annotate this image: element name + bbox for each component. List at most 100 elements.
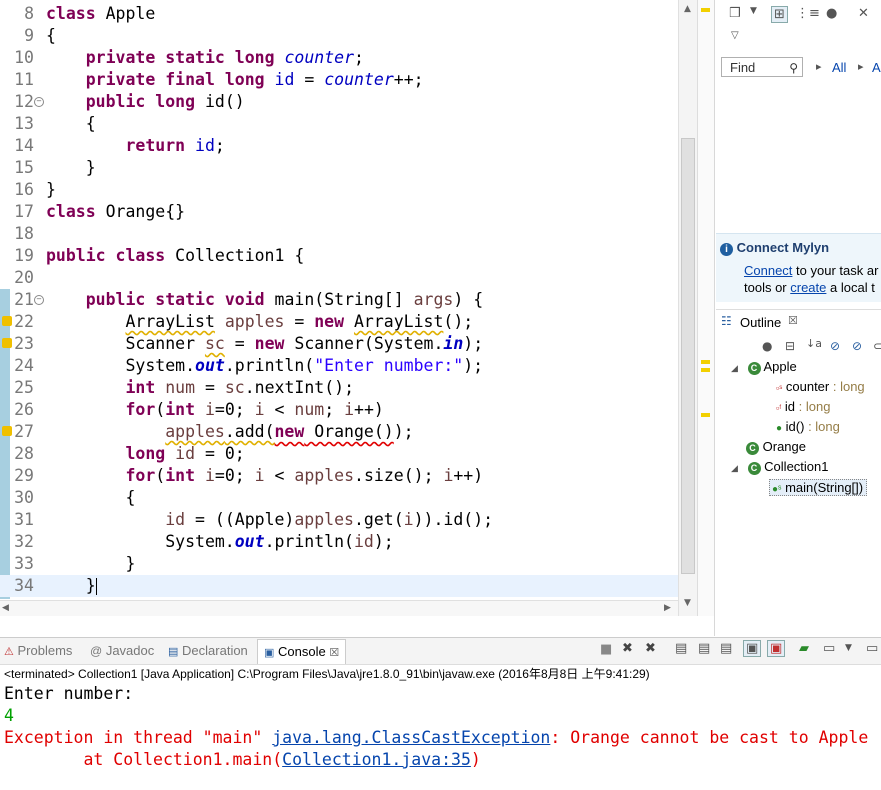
code-line[interactable]: 34 } <box>0 575 697 597</box>
code-line[interactable]: 14 return id; <box>0 135 697 157</box>
code-text[interactable]: for(int i=0; i < num; i++) <box>46 399 383 421</box>
code-text[interactable]: } <box>46 553 135 575</box>
outline-item-main[interactable]: ●ˢ main(String[]) <box>769 479 868 496</box>
code-line[interactable]: 19 public class Collection1 { <box>0 245 697 267</box>
expand-arrow-icon[interactable]: ◢ <box>731 463 738 473</box>
word-wrap-icon[interactable]: ▤ <box>720 641 732 656</box>
scheduled-view-icon[interactable]: ⋮≡ <box>796 6 820 21</box>
code-editor[interactable]: 8 class Apple 9{10 private static long cou… <box>0 0 697 616</box>
hide-static-icon[interactable]: ⊘ <box>852 339 862 353</box>
code-text[interactable]: public class Collection1 { <box>46 245 304 267</box>
filter-a-link[interactable]: A <box>872 60 881 75</box>
display-console-icon[interactable]: ▭ <box>823 641 835 656</box>
show-stderr-icon[interactable]: ▣ <box>767 640 786 657</box>
tab-problems[interactable]: ⚠ Problems <box>4 641 72 661</box>
code-line[interactable]: 28 long id = 0; <box>0 443 697 465</box>
code-text[interactable]: long id = 0; <box>46 443 244 465</box>
overview-warning-mark[interactable] <box>701 368 710 372</box>
code-text[interactable]: return id; <box>46 135 224 157</box>
view-menu-icon[interactable]: ▽ <box>731 30 739 41</box>
code-text[interactable]: public static void main(String[] args) { <box>46 289 483 311</box>
connect-link[interactable]: Connect <box>744 263 792 278</box>
tab-javadoc[interactable]: @ Javadoc <box>90 641 154 661</box>
code-text[interactable]: } <box>46 179 56 201</box>
overview-warning-mark[interactable] <box>701 360 710 364</box>
fold-toggle-icon[interactable]: − <box>34 97 44 107</box>
search-icon[interactable]: ⚲ <box>789 58 798 78</box>
filter-all-link[interactable]: All <box>832 60 846 75</box>
scroll-thumb[interactable] <box>681 138 695 574</box>
remove-all-icon[interactable]: ✖ <box>645 641 656 656</box>
code-line[interactable]: 8 class Apple <box>0 3 697 25</box>
hide-completed-icon[interactable]: ✕ <box>858 6 869 21</box>
code-line[interactable]: 25 int num = sc.nextInt(); <box>0 377 697 399</box>
code-line[interactable]: 29 for(int i=0; i < apples.size(); i++) <box>0 465 697 487</box>
code-line[interactable]: 32 System.out.println(id); <box>0 531 697 553</box>
code-text[interactable]: id = ((Apple)apples.get(i)).id(); <box>46 509 493 531</box>
code-text[interactable]: { <box>46 487 135 509</box>
scroll-down-icon[interactable]: ▼ <box>684 598 691 608</box>
code-line[interactable]: 10 private static long counter; <box>0 47 697 69</box>
clear-console-icon[interactable]: ▤ <box>675 641 687 656</box>
code-text[interactable]: class Orange{} <box>46 201 185 223</box>
collapse-all-icon[interactable]: ⊟ <box>785 339 795 353</box>
scroll-left-icon[interactable]: ◀ <box>2 603 9 613</box>
horizontal-scrollbar[interactable]: ◀ ▶ <box>0 600 678 616</box>
code-line[interactable]: 30 { <box>0 487 697 509</box>
dropdown-arrow-icon[interactable]: ▼ <box>750 6 757 16</box>
outline-item-apple[interactable]: ◢ C Apple <box>731 359 797 375</box>
dropdown-arrow-icon[interactable]: ▼ <box>845 643 852 653</box>
code-text[interactable]: } <box>46 157 96 179</box>
outline-item-orange[interactable]: C Orange <box>746 439 806 455</box>
code-text[interactable]: public long id() <box>46 91 245 113</box>
overview-ruler[interactable] <box>697 0 714 616</box>
hide-fields-icon[interactable]: ● <box>762 339 772 353</box>
code-line[interactable]: 9{ <box>0 25 697 47</box>
code-text[interactable]: ArrayList apples = new ArrayList(); <box>46 311 473 333</box>
show-stdout-icon[interactable]: ▣ <box>743 640 762 657</box>
code-text[interactable]: class Apple <box>46 3 155 25</box>
close-icon[interactable]: ☒ <box>788 314 798 327</box>
tab-console[interactable]: ▣ Console ☒ <box>257 639 347 664</box>
code-line[interactable]: 11 private final long id = counter++; <box>0 69 697 91</box>
stack-source-link[interactable]: Collection1.java:35 <box>282 750 471 769</box>
code-line[interactable]: 31 id = ((Apple)apples.get(i)).id(); <box>0 509 697 531</box>
categorized-view-icon[interactable]: ⊞ <box>771 6 788 23</box>
code-text[interactable]: private final long id = counter++; <box>46 69 424 91</box>
pin-console-icon[interactable]: ▰ <box>799 641 809 656</box>
overview-warning-mark[interactable] <box>701 8 710 12</box>
tab-declaration[interactable]: ▤ Declaration <box>168 641 248 661</box>
focus-icon[interactable]: ● <box>826 6 837 21</box>
code-text[interactable]: int num = sc.nextInt(); <box>46 377 354 399</box>
code-text[interactable]: Scanner sc = new Scanner(System.in); <box>46 333 483 355</box>
close-icon[interactable]: ☒ <box>329 647 339 659</box>
code-line[interactable]: 13 { <box>0 113 697 135</box>
sort-icon[interactable]: ↓a <box>806 337 822 350</box>
code-text[interactable]: private static long counter; <box>46 47 364 69</box>
code-line[interactable]: 16} <box>0 179 697 201</box>
new-task-icon[interactable]: ❒ <box>729 6 741 21</box>
hide-non-public-icon[interactable]: ⊘ <box>830 339 840 353</box>
code-text[interactable]: System.out.println(id); <box>46 531 394 553</box>
tab-outline[interactable]: Outline <box>740 315 781 330</box>
code-line[interactable]: 27 apples.add(new Orange()); <box>0 421 697 443</box>
code-line[interactable]: 33 } <box>0 553 697 575</box>
scroll-right-icon[interactable]: ▶ <box>664 603 671 613</box>
scroll-up-icon[interactable]: ▲ <box>684 4 691 14</box>
find-input[interactable]: Find ⚲ <box>721 57 803 77</box>
code-line[interactable]: 22 ArrayList apples = new ArrayList(); <box>0 311 697 333</box>
remove-launch-icon[interactable]: ✖ <box>622 641 633 656</box>
open-console-icon[interactable]: ▭ <box>866 641 878 656</box>
code-line[interactable]: 18 <box>0 223 697 245</box>
code-line[interactable]: 26 for(int i=0; i < num; i++) <box>0 399 697 421</box>
code-line[interactable]: 20 <box>0 267 697 289</box>
terminate-icon[interactable]: ■ <box>600 642 612 657</box>
code-line[interactable]: 21− public static void main(String[] arg… <box>0 289 697 311</box>
create-link[interactable]: create <box>790 280 826 295</box>
fold-toggle-icon[interactable]: − <box>34 295 44 305</box>
code-line[interactable]: 15 } <box>0 157 697 179</box>
outline-item-counter[interactable]: ▫ˢ counter : long <box>776 379 865 394</box>
code-line[interactable]: 17 class Orange{} <box>0 201 697 223</box>
code-line[interactable]: 23 Scanner sc = new Scanner(System.in); <box>0 333 697 355</box>
outline-item-id-field[interactable]: ▫ᶠ id : long <box>776 399 830 414</box>
